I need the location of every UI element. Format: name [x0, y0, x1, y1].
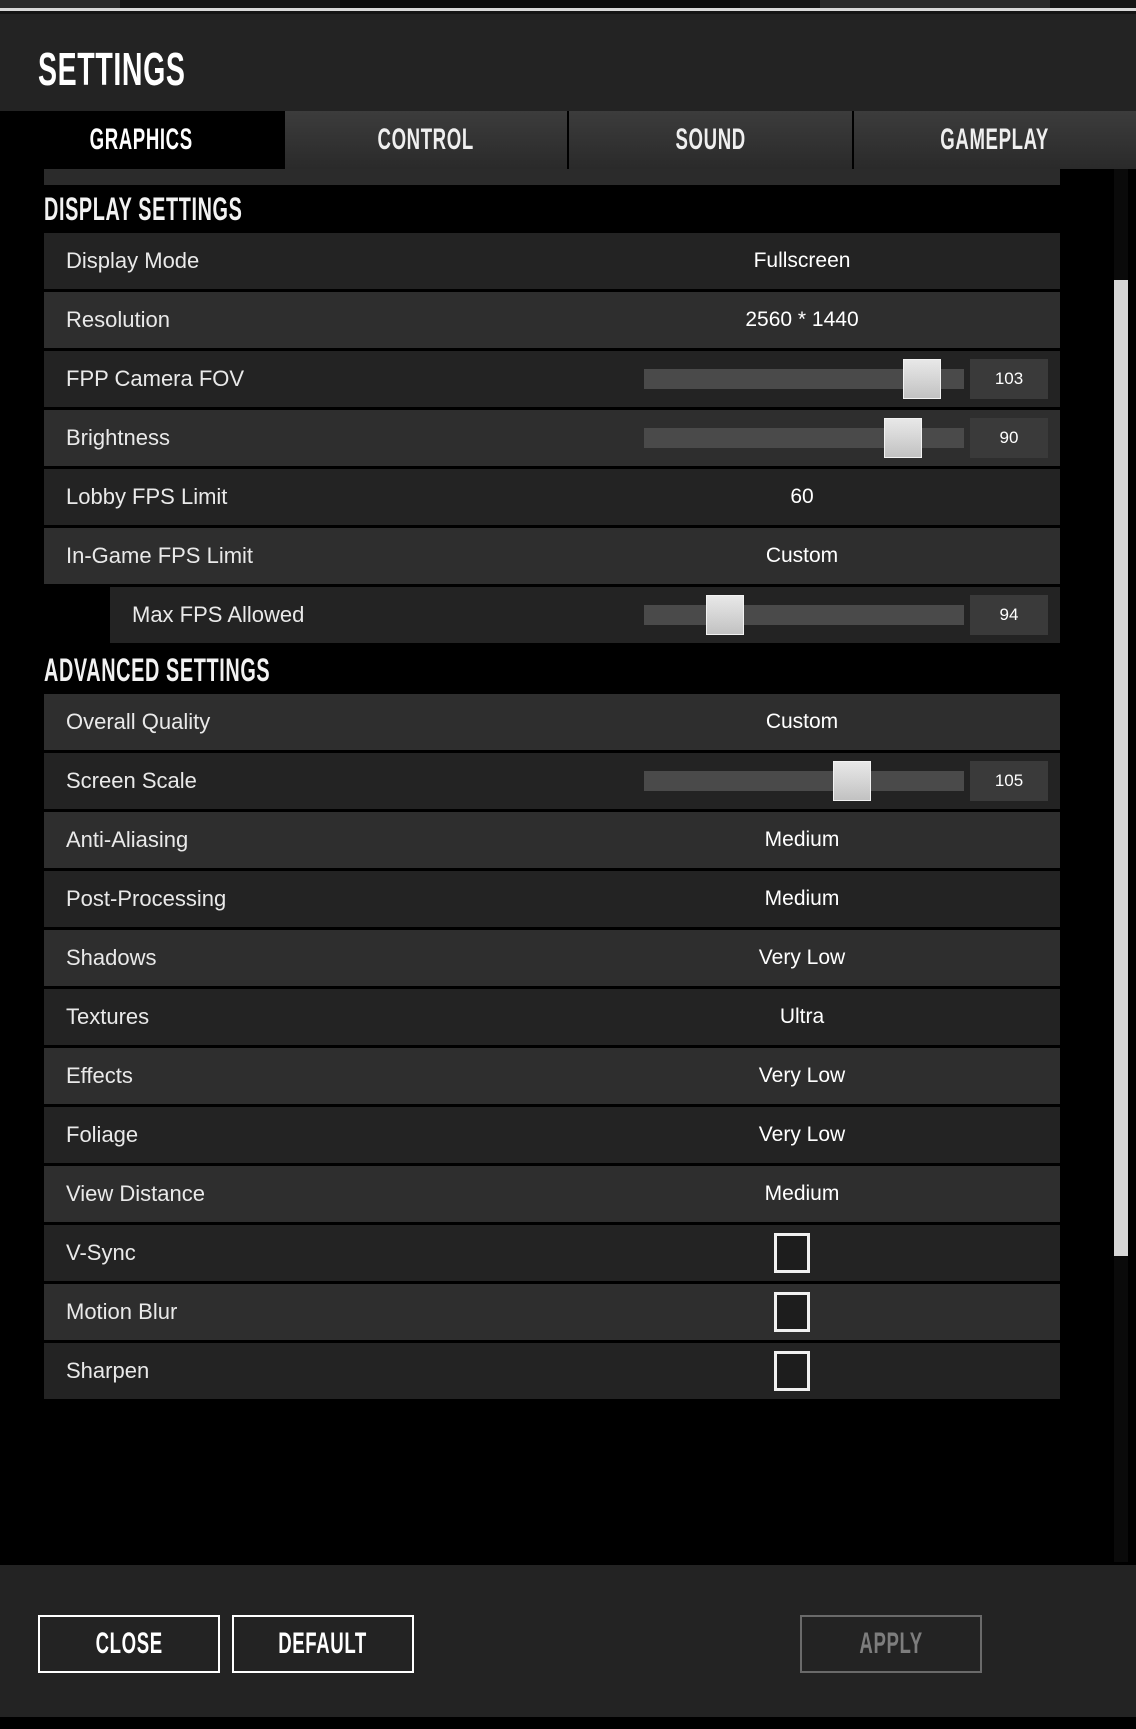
setting-row-v-sync[interactable]: V-Sync	[44, 1225, 1060, 1281]
slider-control[interactable]: 94	[644, 587, 1060, 643]
setting-value: Medium	[764, 828, 840, 851]
setting-row-resolution[interactable]: Resolution 2560 * 1440	[44, 292, 1060, 348]
tab-label: GAMEPLAY	[940, 123, 1050, 156]
setting-value: 60	[790, 485, 814, 508]
tab-bar: GRAPHICS CONTROL SOUND GAMEPLAY	[0, 111, 1136, 169]
setting-row-fpp-camera-fov[interactable]: FPP Camera FOV 103	[44, 351, 1060, 407]
tab-gameplay[interactable]: GAMEPLAY	[853, 111, 1136, 169]
checkbox-sharpen[interactable]	[774, 1351, 810, 1391]
setting-row-textures[interactable]: Textures Ultra	[44, 989, 1060, 1045]
slider-control[interactable]: 105	[644, 753, 1060, 809]
chrome-highlight-line	[0, 8, 1136, 11]
setting-value: Medium	[764, 1182, 840, 1205]
setting-value: Very Low	[758, 1123, 846, 1146]
checkbox-wrapper	[44, 1233, 1060, 1273]
setting-value: Very Low	[758, 946, 846, 969]
setting-row-brightness[interactable]: Brightness 90	[44, 410, 1060, 466]
setting-label: FPP Camera FOV	[66, 366, 245, 391]
checkbox-v-sync[interactable]	[774, 1233, 810, 1273]
slider-value-box[interactable]: 105	[970, 761, 1048, 801]
setting-row-motion-blur[interactable]: Motion Blur	[44, 1284, 1060, 1340]
tab-control[interactable]: CONTROL	[284, 111, 569, 169]
section-header-advanced-settings: ADVANCED SETTINGS	[0, 646, 1060, 694]
slider-value-box[interactable]: 94	[970, 595, 1048, 635]
setting-value: Custom	[765, 544, 839, 567]
slider-control[interactable]: 90	[644, 410, 1060, 466]
footer-bar: CLOSE DEFAULT APPLY	[0, 1562, 1136, 1729]
setting-label: Brightness	[66, 425, 170, 450]
setting-value: Very Low	[758, 1064, 846, 1087]
tab-label: CONTROL	[377, 123, 474, 156]
settings-header: SETTINGS	[0, 14, 1136, 111]
setting-row-shadows[interactable]: Shadows Very Low	[44, 930, 1060, 986]
slider-handle[interactable]	[706, 595, 745, 635]
setting-row-screen-scale[interactable]: Screen Scale 105	[44, 753, 1060, 809]
apply-button-label: APPLY	[859, 1627, 923, 1660]
close-button[interactable]: CLOSE	[38, 1615, 220, 1673]
setting-row-anti-aliasing[interactable]: Anti-Aliasing Medium	[44, 812, 1060, 868]
default-button[interactable]: DEFAULT	[232, 1615, 414, 1673]
setting-value: Custom	[765, 710, 839, 733]
setting-value: 2560 * 1440	[745, 308, 859, 331]
setting-label: Screen Scale	[66, 768, 197, 793]
checkbox-motion-blur[interactable]	[774, 1292, 810, 1332]
section-title: ADVANCED SETTINGS	[44, 652, 271, 688]
setting-row-foliage[interactable]: Foliage Very Low	[44, 1107, 1060, 1163]
tab-label: SOUND	[675, 123, 746, 156]
setting-value: Ultra	[779, 1005, 825, 1028]
slider-value-box[interactable]: 90	[970, 418, 1048, 458]
tab-sound[interactable]: SOUND	[569, 111, 854, 169]
setting-row-post-processing[interactable]: Post-Processing Medium	[44, 871, 1060, 927]
footer-divider	[0, 1562, 1136, 1565]
section-header-display-settings: DISPLAY SETTINGS	[0, 185, 1060, 233]
default-button-label: DEFAULT	[278, 1627, 368, 1660]
slider-handle[interactable]	[903, 359, 942, 399]
chrome-segment-center	[340, 0, 740, 8]
checkbox-wrapper	[44, 1292, 1060, 1332]
partial-row-above	[44, 169, 1060, 185]
slider-track[interactable]	[644, 771, 964, 791]
settings-scroll-area[interactable]: DISPLAY SETTINGS Display Mode Fullscreen Re…	[0, 169, 1136, 1562]
section-title: DISPLAY SETTINGS	[44, 191, 243, 227]
slider-value-box[interactable]: 103	[970, 359, 1048, 399]
setting-row-effects[interactable]: Effects Very Low	[44, 1048, 1060, 1104]
slider-handle[interactable]	[883, 418, 922, 458]
bottom-edge	[0, 1717, 1136, 1729]
chrome-segment-right	[820, 0, 1050, 8]
scrollbar-track[interactable]	[1114, 169, 1128, 1562]
apply-button[interactable]: APPLY	[800, 1615, 982, 1673]
slider-track[interactable]	[644, 605, 964, 625]
setting-value: Medium	[764, 887, 840, 910]
chrome-segment-left	[0, 0, 120, 8]
setting-row-overall-quality[interactable]: Overall Quality Custom	[44, 694, 1060, 750]
slider-handle[interactable]	[832, 761, 871, 801]
close-button-label: CLOSE	[95, 1627, 163, 1660]
slider-control[interactable]: 103	[644, 351, 1060, 407]
tab-graphics[interactable]: GRAPHICS	[0, 111, 285, 169]
setting-row-sharpen[interactable]: Sharpen	[44, 1343, 1060, 1399]
page-title: SETTINGS	[38, 43, 186, 95]
tab-label: GRAPHICS	[89, 123, 193, 156]
setting-row-ingame-fps-limit[interactable]: In-Game FPS Limit Custom	[44, 528, 1060, 584]
setting-row-lobby-fps-limit[interactable]: Lobby FPS Limit 60	[44, 469, 1060, 525]
setting-label: Max FPS Allowed	[132, 602, 305, 627]
window-chrome-strip	[0, 0, 1136, 14]
setting-row-display-mode[interactable]: Display Mode Fullscreen	[44, 233, 1060, 289]
scrollbar-thumb[interactable]	[1114, 280, 1128, 1256]
setting-value: Fullscreen	[753, 249, 851, 272]
setting-row-max-fps-allowed[interactable]: Max FPS Allowed 94	[110, 587, 1060, 643]
checkbox-wrapper	[44, 1351, 1060, 1391]
setting-row-view-distance[interactable]: View Distance Medium	[44, 1166, 1060, 1222]
